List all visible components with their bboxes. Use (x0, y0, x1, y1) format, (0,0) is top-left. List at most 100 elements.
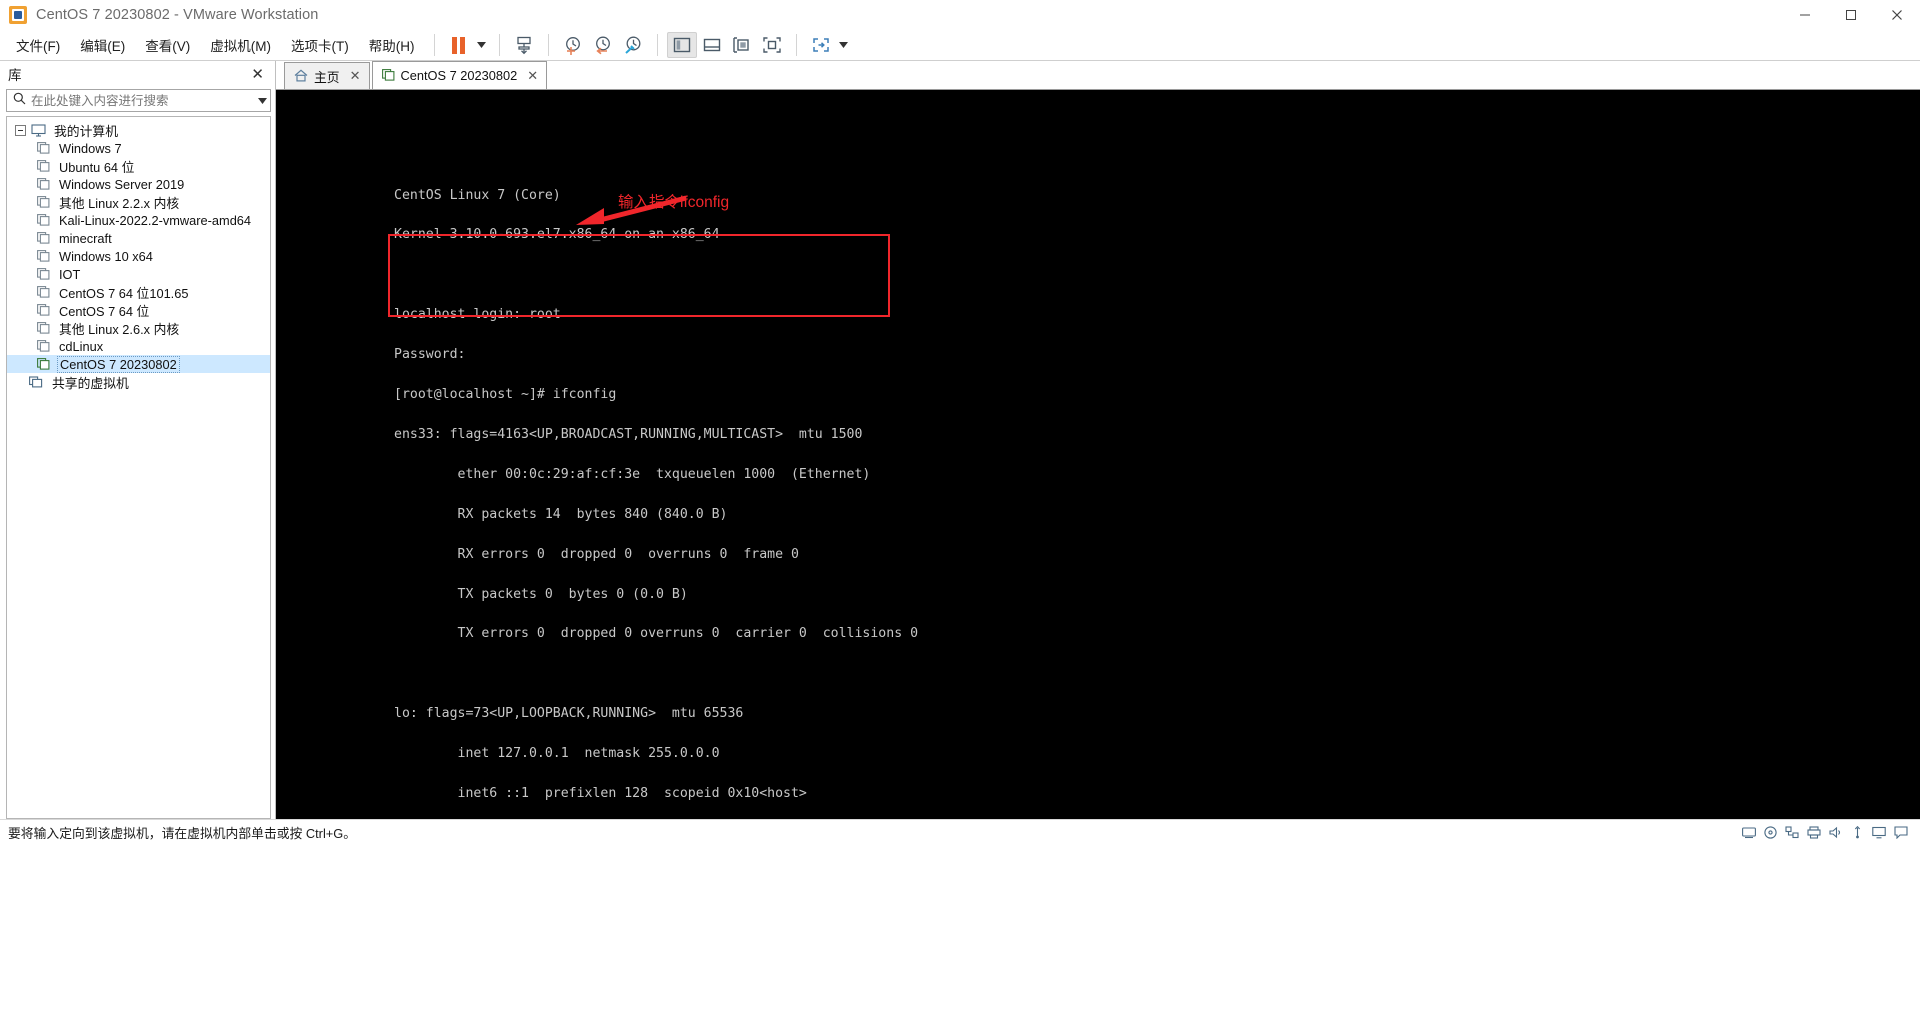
snapshot-manager-button[interactable] (618, 32, 648, 58)
tab-centos7-20230802[interactable]: CentOS 7 20230802 ✕ (371, 61, 548, 89)
terminal-line: ens33: flags=4163<UP,BROADCAST,RUNNING,M… (394, 426, 863, 442)
close-icon[interactable]: ✕ (248, 67, 267, 82)
vm-console[interactable]: CentOS Linux 7 (Core) Kernel 3.10.0-693.… (276, 90, 1920, 819)
close-icon[interactable]: ✕ (527, 68, 538, 84)
status-bar: 要将输入定向到该虚拟机，请在虚拟机内部单击或按 Ctrl+G。 (0, 819, 1920, 845)
network-adapter-icon[interactable] (1785, 826, 1799, 839)
thumbnail-bar-icon (732, 37, 749, 53)
minimize-icon[interactable] (1782, 0, 1828, 30)
menu-bar: 文件(F) 编辑(E) 查看(V) 虚拟机(M) 选项卡(T) 帮助(H) (0, 30, 1920, 60)
vm-icon (37, 232, 51, 244)
menu-help[interactable]: 帮助(H) (359, 31, 425, 59)
terminal-line: ether 00:0c:29:af:cf:3e txqueuelen 1000 … (394, 466, 871, 482)
toolbar-separator (498, 34, 500, 56)
terminal-line: Password: (394, 347, 466, 363)
terminal-line: inet6 ::1 prefixlen 128 scopeid 0x10<hos… (394, 785, 807, 801)
message-log-icon[interactable] (1894, 826, 1908, 839)
terminal-output: CentOS Linux 7 (Core) Kernel 3.10.0-693.… (394, 162, 918, 819)
vm-item-label: Windows Server 2019 (59, 176, 185, 192)
tree-root-my-computer[interactable]: 我的计算机 (7, 121, 270, 139)
chevron-down-icon[interactable] (254, 96, 270, 106)
snapshot-manager-icon (624, 36, 640, 54)
show-console-view-button[interactable] (697, 32, 727, 58)
menu-edit[interactable]: 编辑(E) (70, 31, 135, 59)
vm-item-other-linux-22[interactable]: 其他 Linux 2.2.x 内核 (7, 193, 270, 211)
vm-item-label: cdLinux (59, 338, 104, 354)
library-panel-icon (673, 37, 690, 53)
show-thumbnail-bar-button[interactable] (727, 32, 757, 58)
sound-card-icon[interactable] (1829, 826, 1843, 839)
library-sidebar: 库 ✕ 在此处键入内容进行搜索 我的计算机 Windows 7 Ubuntu 6… (0, 61, 276, 819)
terminal-line: [root@localhost ~]# ifconfig (394, 387, 617, 403)
terminal-line: TX packets 0 bytes 0 (0.0 B) (394, 586, 688, 602)
home-icon (294, 69, 308, 83)
hard-disk-icon[interactable] (1742, 826, 1756, 839)
usb-icon[interactable] (1851, 826, 1864, 839)
vm-item-kali-linux[interactable]: Kali-Linux-2022.2-vmware-amd64 (7, 211, 270, 229)
pause-icon (452, 36, 465, 54)
window-title: CentOS 7 20230802 - VMware Workstation (36, 7, 319, 23)
close-icon[interactable]: ✕ (350, 68, 361, 84)
vm-item-label: CentOS 7 64 位 (59, 303, 150, 319)
vm-item-cdlinux[interactable]: cdLinux (7, 337, 270, 355)
search-box[interactable] (6, 89, 271, 112)
cd-dvd-icon[interactable] (1764, 826, 1777, 839)
title-bar: CentOS 7 20230802 - VMware Workstation (0, 0, 1920, 30)
vm-item-label: CentOS 7 64 位101.65 (59, 285, 189, 301)
vm-icon (37, 340, 51, 352)
menu-view[interactable]: 查看(V) (135, 31, 200, 59)
fullscreen-button[interactable] (757, 32, 787, 58)
snapshot-revert-icon (595, 36, 610, 55)
send-ctrl-alt-del-button[interactable] (509, 32, 539, 58)
vm-icon (37, 178, 51, 190)
search-input[interactable] (31, 93, 254, 108)
vm-icon (37, 322, 51, 334)
vm-icon (37, 142, 51, 154)
vm-item-centos7-64[interactable]: CentOS 7 64 位 (7, 301, 270, 319)
vm-icon (37, 286, 51, 298)
tab-home[interactable]: 主页 ✕ (284, 62, 370, 89)
shared-vms-label: 共享的虚拟机 (52, 375, 129, 391)
vm-item-label: Kali-Linux-2022.2-vmware-amd64 (59, 212, 252, 228)
vm-icon (37, 268, 51, 280)
main-area: 库 ✕ 在此处键入内容进行搜索 我的计算机 Windows 7 Ubuntu 6… (0, 61, 1920, 819)
vm-item-centos7-20230802[interactable]: CentOS 7 20230802 (7, 355, 270, 373)
vm-icon (37, 250, 51, 262)
revert-snapshot-button[interactable] (588, 32, 618, 58)
shared-vms-icon (29, 375, 45, 389)
vm-item-label: 其他 Linux 2.6.x 内核 (59, 321, 180, 337)
close-icon[interactable] (1874, 0, 1920, 30)
pause-vm-button[interactable] (444, 32, 474, 58)
power-dropdown-button[interactable] (474, 32, 490, 58)
status-message: 要将输入定向到该虚拟机，请在虚拟机内部单击或按 Ctrl+G。 (8, 826, 357, 841)
vm-item-ubuntu-64[interactable]: Ubuntu 64 位 (7, 157, 270, 175)
menu-vm[interactable]: 虚拟机(M) (200, 31, 281, 59)
vm-item-minecraft[interactable]: minecraft (7, 229, 270, 247)
collapse-icon[interactable] (15, 124, 26, 136)
unity-dropdown-button[interactable] (836, 32, 852, 58)
menu-tabs[interactable]: 选项卡(T) (281, 31, 359, 59)
vm-item-label: Windows 10 x64 (59, 248, 153, 264)
printer-icon[interactable] (1807, 826, 1821, 839)
tree-shared-vms[interactable]: 共享的虚拟机 (7, 373, 270, 391)
vm-item-windows-server-2019[interactable]: Windows Server 2019 (7, 175, 270, 193)
take-snapshot-button[interactable] (558, 32, 588, 58)
vm-item-centos7-64-101-65[interactable]: CentOS 7 64 位101.65 (7, 283, 270, 301)
vm-item-other-linux-26[interactable]: 其他 Linux 2.6.x 内核 (7, 319, 270, 337)
unity-mode-button[interactable] (806, 32, 836, 58)
vm-item-windows-7[interactable]: Windows 7 (7, 139, 270, 157)
vm-item-iot[interactable]: IOT (7, 265, 270, 283)
menu-file[interactable]: 文件(F) (6, 31, 70, 59)
display-icon[interactable] (1872, 826, 1886, 839)
vm-tree[interactable]: 我的计算机 Windows 7 Ubuntu 64 位 Windows Serv… (6, 116, 271, 819)
terminal-line: Kernel 3.10.0-693.el7.x86_64 on an x86_6… (394, 227, 720, 243)
vm-item-label: Windows 7 (59, 140, 122, 156)
show-library-button[interactable] (666, 32, 697, 58)
send-keys-icon (516, 36, 531, 55)
vm-item-windows-10-x64[interactable]: Windows 10 x64 (7, 247, 270, 265)
maximize-icon[interactable] (1828, 0, 1874, 30)
fullscreen-icon (762, 37, 781, 53)
vm-icon (37, 160, 51, 172)
